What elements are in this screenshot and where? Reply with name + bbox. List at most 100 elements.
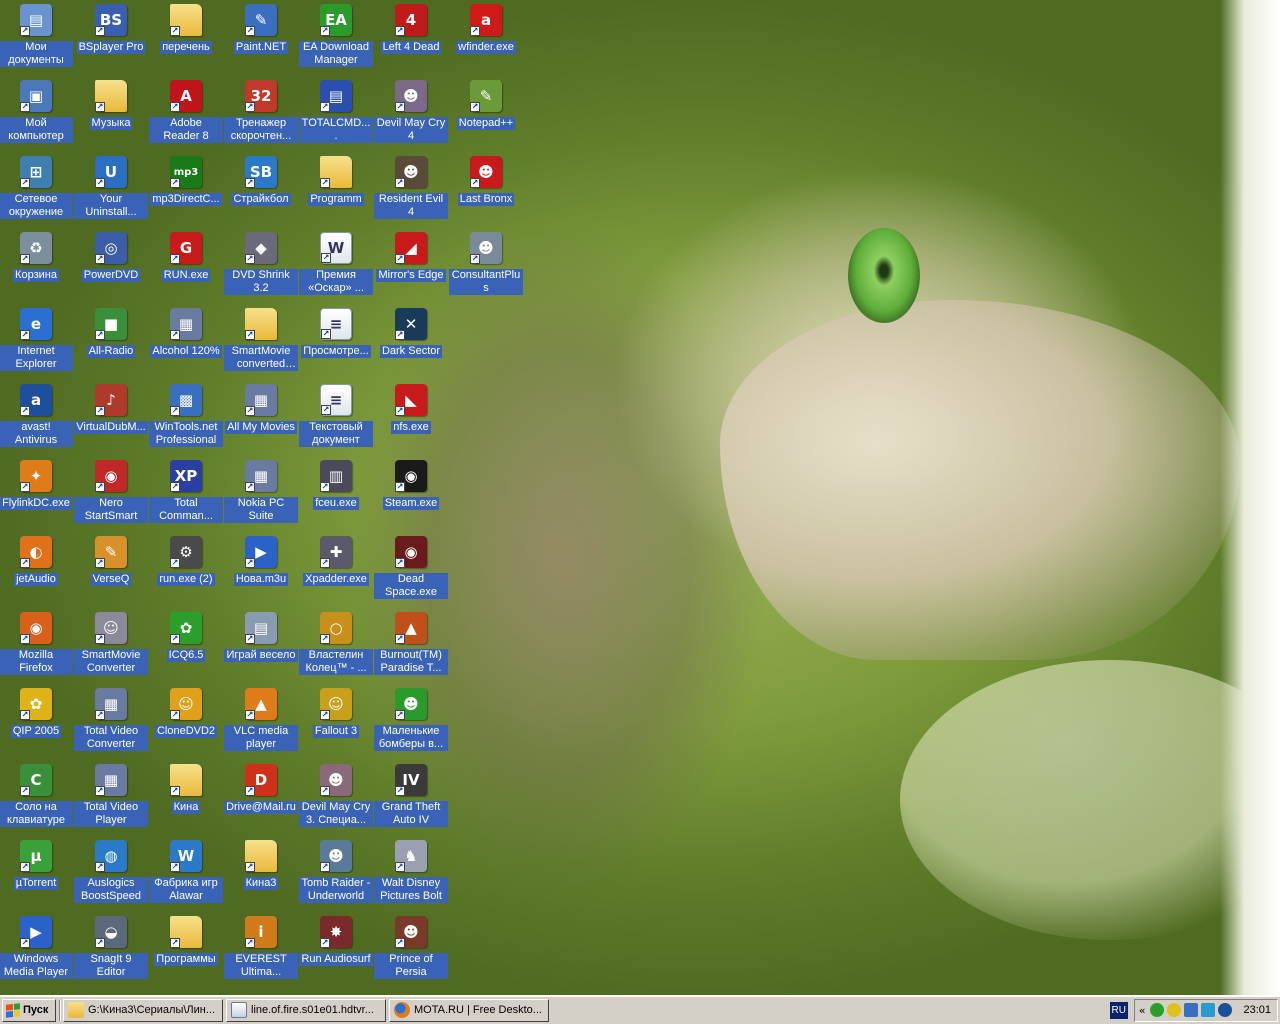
task-button-media-file[interactable]: line.of.fire.s01e01.hdtvr... <box>226 998 386 1022</box>
desktop-icon[interactable]: ☺ ↗ SmartMovie Converter <box>73 610 149 684</box>
desktop-icon[interactable]: ☻ ↗ Tomb Raider - Underworld <box>298 838 374 912</box>
desktop-icon[interactable]: ■ ↗ All-Radio <box>73 306 149 380</box>
desktop-icon[interactable]: ☻ ↗ Devil May Cry 3. Специа... <box>298 762 374 836</box>
desktop-icon[interactable]: ✦ ↗ FlylinkDC.exe <box>0 458 74 532</box>
desktop-icon[interactable]: ≡ ↗ Текстовый документ <box>298 382 374 456</box>
desktop-icon[interactable]: ⚙ ↗ run.exe (2) <box>148 534 224 608</box>
language-indicator[interactable]: RU <box>1109 1001 1128 1019</box>
utorrent-tray-icon[interactable] <box>1150 1003 1165 1017</box>
desktop-icon[interactable]: ◐ ↗ jetAudio <box>0 534 74 608</box>
desktop-icon[interactable]: µ ↗ µTorrent <box>0 838 74 912</box>
desktop-icon[interactable]: W ↗ Премия «Оскар» ... <box>298 230 374 304</box>
desktop-icon[interactable]: ✕ ↗ Dark Sector <box>373 306 449 380</box>
avast-tray-icon[interactable] <box>1218 1003 1233 1017</box>
desktop-icon[interactable]: A ↗ Adobe Reader 8 <box>148 78 224 152</box>
desktop-icon[interactable]: ▤ ↗ TOTALCMD.... <box>298 78 374 152</box>
desktop-icon[interactable]: e ↗ Internet Explorer <box>0 306 74 380</box>
desktop-icon[interactable]: XP ↗ Total Comman... <box>148 458 224 532</box>
desktop-icon[interactable]: ◍ ↗ Auslogics BoostSpeed <box>73 838 149 912</box>
desktop-icon[interactable]: ○ ↗ Властелин Колец™ - ... <box>298 610 374 684</box>
desktop-icon[interactable]: ✎ ↗ Paint.NET <box>223 2 299 76</box>
desktop-icon[interactable]: ☻ ↗ Resident Evil 4 <box>373 154 449 228</box>
shortcut-arrow-icon: ↗ <box>170 330 180 340</box>
desktop-icon[interactable]: ≡ ↗ Просмотре... <box>298 306 374 380</box>
desktop-icon[interactable]: ▥ ↗ fceu.exe <box>298 458 374 532</box>
tray-expand-button[interactable]: « <box>1139 1004 1146 1017</box>
desktop-icon[interactable]: ▣ ↗ Мой компьютер <box>0 78 74 152</box>
desktop-icon[interactable]: ☻ ↗ Маленькие бомберы в... <box>373 686 449 760</box>
desktop-icon-label: VerseQ <box>90 573 132 586</box>
desktop-icon[interactable]: W ↗ Фабрика игр Alawar <box>148 838 224 912</box>
desktop-icon[interactable]: ☺ ↗ Fallout 3 <box>298 686 374 760</box>
desktop-icon[interactable]: a ↗ avast! Antivirus <box>0 382 74 456</box>
desktop-icon[interactable]: ↗ Музыка <box>73 78 149 152</box>
desktop-icon[interactable]: SB ↗ Страйкбол <box>223 154 299 228</box>
task-button-firefox[interactable]: MOTA.RU | Free Deskto... <box>389 998 549 1022</box>
clock[interactable]: 23:01 <box>1243 1004 1271 1016</box>
desktop-icon[interactable]: mp3 ↗ mp3DirectC... <box>148 154 224 228</box>
desktop-icon[interactable]: ☺ ↗ CloneDVD2 <box>148 686 224 760</box>
desktop-icon[interactable]: ↗ SmartMovie converted files <box>223 306 299 380</box>
desktop-icon[interactable]: ✎ ↗ VerseQ <box>73 534 149 608</box>
connection-tray-icon[interactable] <box>1201 1003 1216 1017</box>
desktop-icon[interactable]: ▲ ↗ VLC media player <box>223 686 299 760</box>
desktop-icon[interactable]: ✿ ↗ ICQ6.5 <box>148 610 224 684</box>
desktop-icon[interactable]: ⊞ ↗ Сетевое окружение <box>0 154 74 228</box>
shortcut-arrow-icon: ↗ <box>395 862 405 872</box>
task-button-explorer[interactable]: G:\Кина3\Сериалы\Лин... <box>63 998 223 1022</box>
desktop-icon[interactable]: ✸ ↗ Run Audiosurf <box>298 914 374 988</box>
desktop-icon[interactable]: i ↗ EVEREST Ultima... <box>223 914 299 988</box>
desktop-icon[interactable]: ☻ ↗ Prince of Persia <box>373 914 449 988</box>
desktop-icon[interactable]: BS ↗ BSplayer Pro <box>73 2 149 76</box>
text-file-icon: ≡ ↗ <box>320 308 352 340</box>
desktop-icon[interactable]: ♞ ↗ Walt Disney Pictures Bolt <box>373 838 449 912</box>
qip-tray-icon[interactable] <box>1167 1003 1182 1017</box>
desktop-icon[interactable]: ◉ ↗ Nero StartSmart <box>73 458 149 532</box>
desktop-icon[interactable]: ◉ ↗ Steam.exe <box>373 458 449 532</box>
desktop-icon[interactable]: ↗ Программы <box>148 914 224 988</box>
desktop-icon[interactable]: ◉ ↗ Mozilla Firefox <box>0 610 74 684</box>
network-tray-icon[interactable] <box>1184 1003 1199 1017</box>
desktop-icon[interactable]: ▦ ↗ Total Video Player <box>73 762 149 836</box>
desktop-icon[interactable]: 32 ↗ Тренажер скорочтен... <box>223 78 299 152</box>
desktop-icon[interactable]: ✿ ↗ QIP 2005 <box>0 686 74 760</box>
desktop-icon[interactable]: IV ↗ Grand Theft Auto IV <box>373 762 449 836</box>
desktop-icon[interactable]: ▤ ↗ Мои документы <box>0 2 74 76</box>
desktop-icon[interactable]: ☻ ↗ Last Bronx <box>448 154 524 228</box>
boostspeed-icon: ◍ ↗ <box>95 840 127 872</box>
desktop-icon[interactable]: ♻ ↗ Корзина <box>0 230 74 304</box>
start-button[interactable]: Пуск <box>2 998 56 1022</box>
desktop-icon[interactable]: ▲ ↗ Burnout(TM) Paradise T... <box>373 610 449 684</box>
desktop-icon[interactable]: ☻ ↗ Devil May Cry 4 <box>373 78 449 152</box>
desktop-icon[interactable]: ◢ ↗ Mirror's Edge <box>373 230 449 304</box>
folder-icon: ↗ <box>320 156 352 188</box>
desktop-icon[interactable]: 4 ↗ Left 4 Dead <box>373 2 449 76</box>
desktop-icon[interactable]: ◆ ↗ DVD Shrink 3.2 <box>223 230 299 304</box>
desktop-icon[interactable]: ▦ ↗ Nokia PC Suite <box>223 458 299 532</box>
desktop-icon[interactable]: ✎ ↗ Notepad++ <box>448 78 524 152</box>
desktop-icon[interactable]: EA ↗ EA Download Manager <box>298 2 374 76</box>
desktop-icon[interactable]: G ↗ RUN.exe <box>148 230 224 304</box>
desktop-icon[interactable]: ▦ ↗ Alcohol 120% <box>148 306 224 380</box>
desktop-icon[interactable]: a ↗ wfinder.exe <box>448 2 524 76</box>
desktop-icon[interactable]: ◣ ↗ nfs.exe <box>373 382 449 456</box>
desktop-icon[interactable]: ▤ ↗ Играй весело <box>223 610 299 684</box>
desktop-icon[interactable]: ☻ ↗ ConsultantPlus <box>448 230 524 304</box>
desktop-icon[interactable]: ▦ ↗ Total Video Converter <box>73 686 149 760</box>
desktop-icon[interactable]: ↗ Programm <box>298 154 374 228</box>
desktop-icon[interactable]: ♪ ↗ VirtualDubM... <box>73 382 149 456</box>
desktop-icon[interactable]: ▶ ↗ Нова.m3u <box>223 534 299 608</box>
desktop-icon[interactable]: ✚ ↗ Xpadder.exe <box>298 534 374 608</box>
desktop-icon[interactable]: ◎ ↗ PowerDVD <box>73 230 149 304</box>
desktop-icon[interactable]: ↗ Кина3 <box>223 838 299 912</box>
desktop-icon[interactable]: U ↗ Your Uninstall... <box>73 154 149 228</box>
desktop-icon[interactable]: ▶ ↗ Windows Media Player <box>0 914 74 988</box>
desktop-icon[interactable]: ↗ Кина <box>148 762 224 836</box>
desktop-icon[interactable]: ▩ ↗ WinTools.net Professional <box>148 382 224 456</box>
desktop-icon[interactable]: ◉ ↗ Dead Space.exe <box>373 534 449 608</box>
desktop-icon[interactable]: ↗ перечень <box>148 2 224 76</box>
desktop-icon[interactable]: ◒ ↗ SnagIt 9 Editor <box>73 914 149 988</box>
desktop-icon[interactable]: С ↗ Соло на клавиатуре <box>0 762 74 836</box>
desktop-icon[interactable]: ▦ ↗ All My Movies <box>223 382 299 456</box>
desktop-icon[interactable]: D ↗ Drive@Mail.ru <box>223 762 299 836</box>
